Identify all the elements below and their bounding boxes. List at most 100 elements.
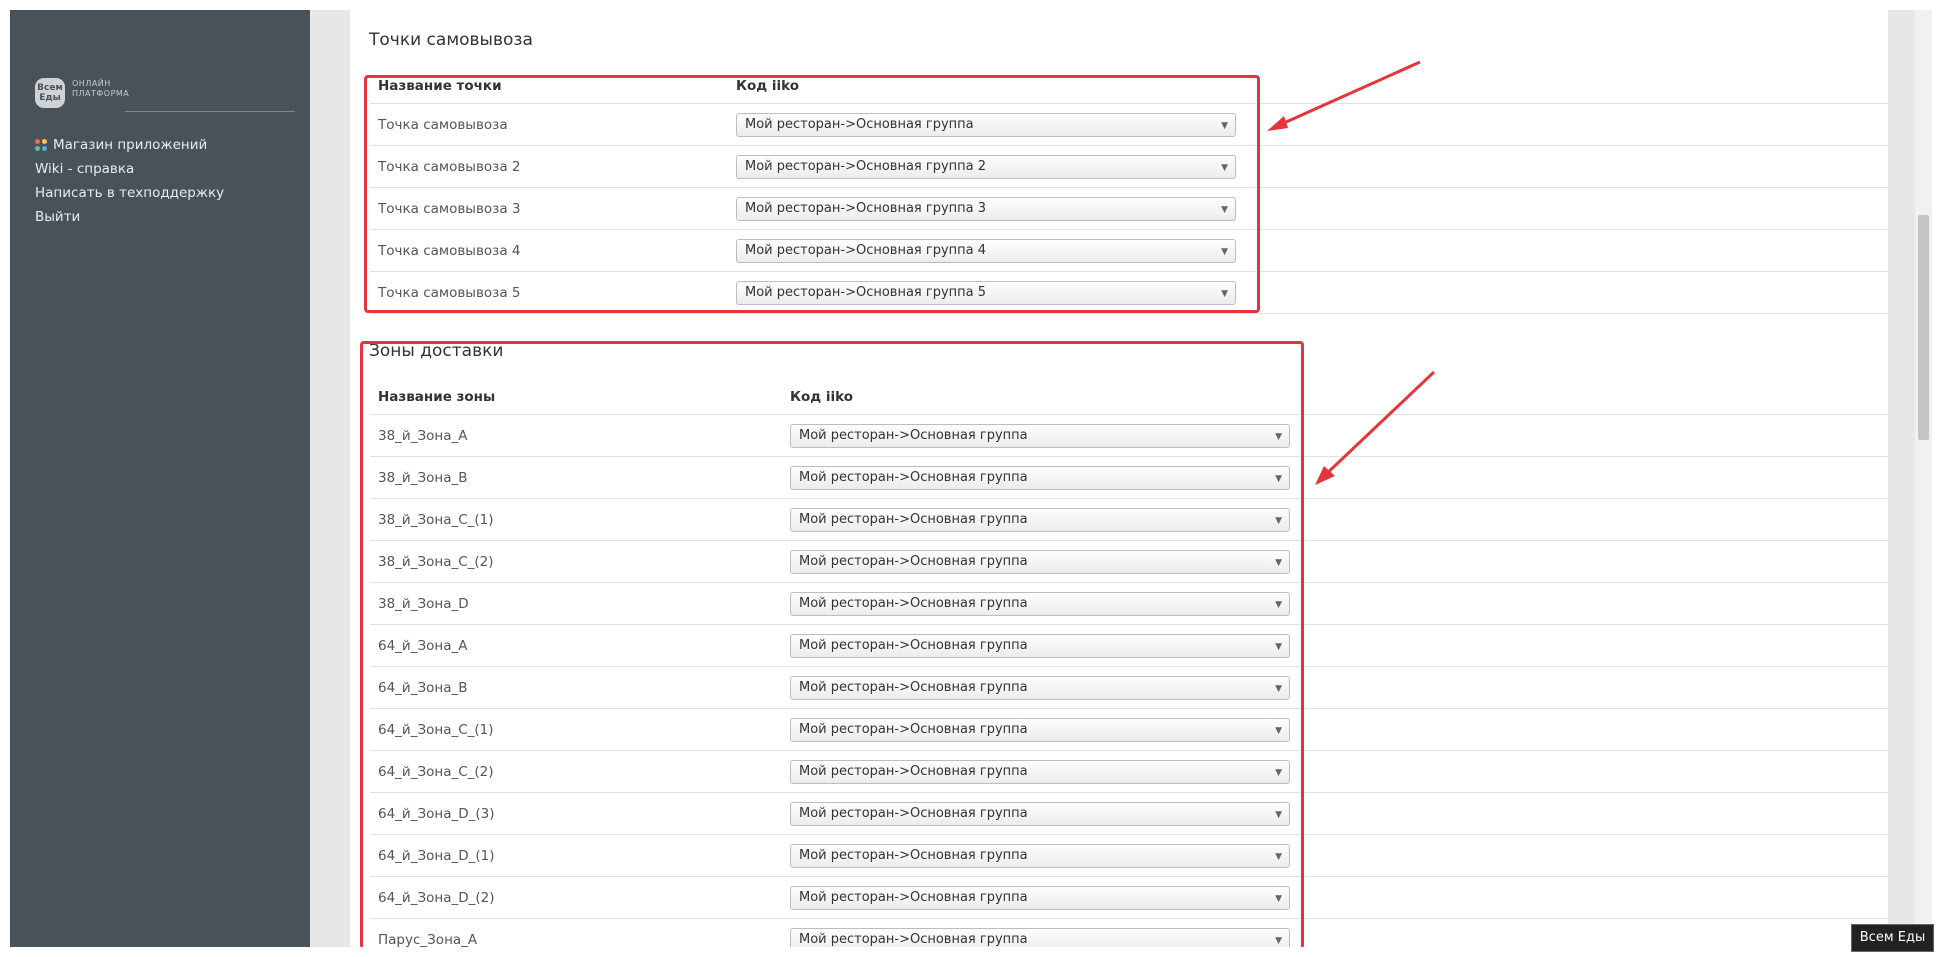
chevron-down-icon: ▼ xyxy=(1275,516,1282,526)
select-value: Мой ресторан->Основная группа 5 xyxy=(745,285,987,300)
select-value: Мой ресторан->Основная группа xyxy=(799,722,1028,737)
logo[interactable]: Всем Еды ОНЛАЙН ПЛАТФОРМА xyxy=(35,75,295,115)
sidebar-item-wiki[interactable]: Wiki - справка xyxy=(35,157,224,181)
table-row: 64_й_Зона_A Мой ресторан->Основная группа… xyxy=(370,625,1888,667)
select-value: Мой ресторан->Основная группа 4 xyxy=(745,243,987,258)
chevron-down-icon: ▼ xyxy=(1275,726,1282,736)
zone-name: Парус_Зона_A xyxy=(378,931,478,948)
zone-name: 64_й_Зона_B xyxy=(378,679,468,696)
chevron-down-icon: ▼ xyxy=(1221,163,1228,173)
zone-name: 64_й_Зона_D_(1) xyxy=(378,847,495,864)
iiko-code-select[interactable]: Мой ресторан->Основная группа 3 ▼ xyxy=(736,197,1236,221)
sidebar-item-logout[interactable]: Выйти xyxy=(35,205,224,229)
iiko-code-select[interactable]: Мой ресторан->Основная группа ▼ xyxy=(790,760,1290,784)
select-value: Мой ресторан->Основная группа xyxy=(799,428,1028,443)
zone-name: 38_й_Зона_D xyxy=(378,595,469,612)
chevron-down-icon: ▼ xyxy=(1275,432,1282,442)
zone-name: 64_й_Зона_A xyxy=(378,637,468,654)
main-content: Точки самовывоза Название точки Код iiko… xyxy=(350,10,1888,947)
chevron-down-icon: ▼ xyxy=(1275,936,1282,946)
select-value: Мой ресторан->Основная группа xyxy=(799,764,1028,779)
zones-table: Название зоны Код iiko 38_й_Зона_A Мой ре… xyxy=(370,379,1888,947)
chevron-down-icon: ▼ xyxy=(1275,810,1282,820)
table-row: 64_й_Зона_D_(2) Мой ресторан->Основная гр… xyxy=(370,877,1888,919)
pickup-table: Название точки Код iiko Точка самовывоза… xyxy=(370,68,1888,314)
chevron-down-icon: ▼ xyxy=(1275,768,1282,778)
table-row: 64_й_Зона_C_(2) Мой ресторан->Основная гр… xyxy=(370,751,1888,793)
table-row: 64_й_Зона_B Мой ресторан->Основная группа… xyxy=(370,667,1888,709)
iiko-code-select[interactable]: Мой ресторан->Основная группа ▼ xyxy=(790,592,1290,616)
table-row: 38_й_Зона_A Мой ресторан->Основная группа… xyxy=(370,415,1888,457)
iiko-code-select[interactable]: Мой ресторан->Основная группа ▼ xyxy=(790,466,1290,490)
zone-name: 64_й_Зона_D_(2) xyxy=(378,889,495,906)
iiko-code-select[interactable]: Мой ресторан->Основная группа 2 ▼ xyxy=(736,155,1236,179)
table-row: 38_й_Зона_C_(1) Мой ресторан->Основная гр… xyxy=(370,499,1888,541)
iiko-code-select[interactable]: Мой ресторан->Основная группа ▼ xyxy=(790,550,1290,574)
iiko-code-select[interactable]: Мой ресторан->Основная группа ▼ xyxy=(790,802,1290,826)
select-value: Мой ресторан->Основная группа xyxy=(799,596,1028,611)
scrollbar-thumb[interactable] xyxy=(1918,215,1929,440)
iiko-code-select[interactable]: Мой ресторан->Основная группа ▼ xyxy=(790,844,1290,868)
chevron-down-icon: ▼ xyxy=(1275,894,1282,904)
iiko-code-select[interactable]: Мой ресторан->Основная группа ▼ xyxy=(790,676,1290,700)
chevron-down-icon: ▼ xyxy=(1275,474,1282,484)
select-value: Мой ресторан->Основная группа xyxy=(799,638,1028,653)
table-row: Точка самовывоза 5 Мой ресторан->Основна… xyxy=(370,272,1888,314)
zones-col-name-header: Название зоны xyxy=(378,388,496,405)
table-row: Точка самовывоза 3 Мой ресторан->Основна… xyxy=(370,188,1888,230)
select-value: Мой ресторан->Основная группа xyxy=(799,932,1028,947)
table-row: Парус_Зона_A Мой ресторан->Основная групп… xyxy=(370,919,1888,947)
iiko-code-select[interactable]: Мой ресторан->Основная группа ▼ xyxy=(736,113,1236,137)
zone-name: 64_й_Зона_C_(2) xyxy=(378,763,494,780)
pickup-col-name-header: Название точки xyxy=(378,77,502,94)
select-value: Мой ресторан->Основная группа xyxy=(799,470,1028,485)
pickup-point-name: Точка самовывоза 5 xyxy=(378,284,521,301)
sidebar-nav: Магазин приложений Wiki - справка Написа… xyxy=(35,133,224,229)
table-row: 38_й_Зона_B Мой ресторан->Основная группа… xyxy=(370,457,1888,499)
pickup-table-header: Название точки Код iiko xyxy=(370,68,1888,104)
chevron-down-icon: ▼ xyxy=(1275,600,1282,610)
vertical-scrollbar[interactable] xyxy=(1915,10,1932,947)
zones-table-header: Название зоны Код iiko xyxy=(370,379,1888,415)
sidebar: Всем Еды ОНЛАЙН ПЛАТФОРМА Магазин прилож… xyxy=(10,10,310,947)
zone-name: 38_й_Зона_A xyxy=(378,427,468,444)
iiko-code-select[interactable]: Мой ресторан->Основная группа 5 ▼ xyxy=(736,281,1236,305)
table-row: 64_й_Зона_D_(3) Мой ресторан->Основная гр… xyxy=(370,793,1888,835)
app-window: Всем Еды ОНЛАЙН ПЛАТФОРМА Магазин прилож… xyxy=(0,0,1940,957)
logo-divider xyxy=(125,111,295,112)
table-row: Точка самовывоза 4 Мой ресторан->Основна… xyxy=(370,230,1888,272)
pickup-section-title: Точки самовывоза xyxy=(369,30,533,50)
iiko-code-select[interactable]: Мой ресторан->Основная группа 4 ▼ xyxy=(736,239,1236,263)
iiko-code-select[interactable]: Мой ресторан->Основная группа ▼ xyxy=(790,424,1290,448)
content-gutter-right xyxy=(1888,10,1915,947)
pickup-point-name: Точка самовывоза 3 xyxy=(378,200,521,217)
select-value: Мой ресторан->Основная группа xyxy=(799,554,1028,569)
iiko-code-select[interactable]: Мой ресторан->Основная группа ▼ xyxy=(790,508,1290,532)
pickup-point-name: Точка самовывоза 2 xyxy=(378,158,521,175)
sidebar-item-support[interactable]: Написать в техподдержку xyxy=(35,181,224,205)
chevron-down-icon: ▼ xyxy=(1275,642,1282,652)
pickup-point-name: Точка самовывоза 4 xyxy=(378,242,521,259)
chevron-down-icon: ▼ xyxy=(1221,121,1228,131)
sidebar-item-label: Выйти xyxy=(35,209,81,225)
select-value: Мой ресторан->Основная группа xyxy=(799,848,1028,863)
chevron-down-icon: ▼ xyxy=(1221,247,1228,257)
sidebar-item-label: Wiki - справка xyxy=(35,161,135,177)
iiko-code-select[interactable]: Мой ресторан->Основная группа ▼ xyxy=(790,718,1290,742)
table-row: 64_й_Зона_D_(1) Мой ресторан->Основная гр… xyxy=(370,835,1888,877)
iiko-code-select[interactable]: Мой ресторан->Основная группа ▼ xyxy=(790,634,1290,658)
select-value: Мой ресторан->Основная группа xyxy=(745,117,974,132)
apps-icon xyxy=(35,139,47,151)
select-value: Мой ресторан->Основная группа xyxy=(799,806,1028,821)
select-value: Мой ресторан->Основная группа xyxy=(799,680,1028,695)
chevron-down-icon: ▼ xyxy=(1275,558,1282,568)
sidebar-item-label: Написать в техподдержку xyxy=(35,185,225,201)
zone-name: 38_й_Зона_C_(1) xyxy=(378,511,494,528)
table-row: 38_й_Зона_D Мой ресторан->Основная группа… xyxy=(370,583,1888,625)
select-value: Мой ресторан->Основная группа xyxy=(799,512,1028,527)
pickup-point-name: Точка самовывоза xyxy=(378,116,508,133)
iiko-code-select[interactable]: Мой ресторан->Основная группа ▼ xyxy=(790,886,1290,910)
sidebar-item-app-store[interactable]: Магазин приложений xyxy=(35,133,224,157)
iiko-code-select[interactable]: Мой ресторан->Основная группа ▼ xyxy=(790,928,1290,947)
table-row: 38_й_Зона_C_(2) Мой ресторан->Основная гр… xyxy=(370,541,1888,583)
